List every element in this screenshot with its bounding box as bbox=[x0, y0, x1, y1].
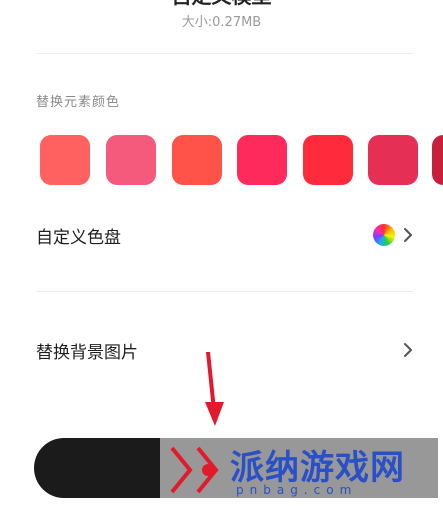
custom-palette-row[interactable]: 自定义色盘 bbox=[36, 215, 413, 255]
color-swatch-list bbox=[40, 135, 443, 185]
red-arrow-annotation bbox=[200, 350, 230, 432]
color-swatch[interactable] bbox=[106, 135, 156, 185]
color-swatch[interactable] bbox=[303, 135, 353, 185]
color-swatch[interactable] bbox=[237, 135, 287, 185]
replace-background-label: 替换背景图片 bbox=[36, 342, 138, 363]
color-swatch[interactable] bbox=[40, 135, 90, 185]
watermark-logo-icon bbox=[168, 440, 228, 506]
middle-divider bbox=[36, 291, 413, 292]
custom-palette-trailing bbox=[373, 224, 413, 246]
watermark-domain-text: pnbag.com bbox=[236, 483, 358, 497]
color-wheel-icon bbox=[373, 224, 395, 246]
replace-element-color-label: 替换元素颜色 bbox=[36, 95, 121, 110]
watermark-brand-text: 派纳游戏网 bbox=[230, 448, 405, 488]
chevron-right-icon bbox=[403, 227, 413, 243]
top-divider bbox=[36, 53, 413, 54]
page-title-text: 自定义模型 bbox=[172, 0, 272, 8]
page-title: 自定义模型 bbox=[0, 0, 443, 10]
color-swatch[interactable] bbox=[368, 135, 418, 185]
custom-palette-label: 自定义色盘 bbox=[36, 227, 121, 248]
color-swatch[interactable] bbox=[432, 135, 443, 185]
color-swatch[interactable] bbox=[172, 135, 222, 185]
chevron-right-icon bbox=[403, 342, 413, 358]
file-size-label: 大小:0.27MB bbox=[181, 15, 262, 30]
